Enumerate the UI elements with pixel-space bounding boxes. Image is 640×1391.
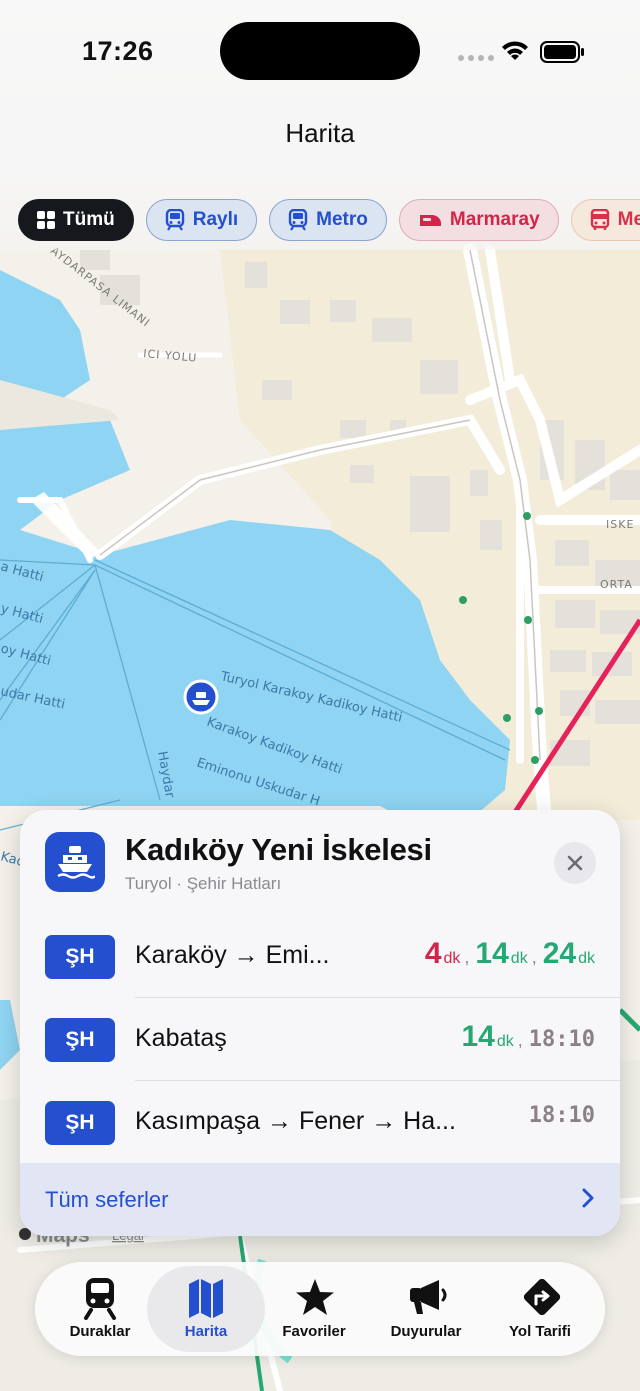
filter-chip-label: Tümü <box>63 209 115 230</box>
filter-chip-rail[interactable]: Raylı <box>145 199 258 241</box>
departure-minutes: 4 <box>424 937 442 970</box>
departure-times: 4 dk , 14 dk , 24 dk <box>425 937 595 971</box>
top-bar: 17:26 Harita Tümü Raylı Metro Marmaray M… <box>0 0 640 250</box>
filter-chip-label: Metro <box>316 209 368 230</box>
line-badge: ŞH <box>45 1018 115 1062</box>
tram-icon <box>84 1278 116 1320</box>
directions-icon <box>523 1278 561 1316</box>
ferry-icon <box>45 832 105 892</box>
scheduled-time: 18:10 <box>528 1027 595 1052</box>
dynamic-island <box>220 22 420 80</box>
stop-detail-card: Kadıköy Yeni İskelesi Turyol · Şehir Hat… <box>20 810 620 1236</box>
map-label-street-orta: ORTA <box>600 578 633 591</box>
time-separator: , <box>531 947 537 967</box>
route-row[interactable]: ŞH Karaköy → Emi... 4 dk , 14 dk , 24 dk <box>20 915 620 998</box>
departure-minutes: 24 <box>542 937 577 970</box>
line-badge: ŞH <box>45 935 115 979</box>
departure-unit: dk <box>578 950 595 967</box>
tab-harita[interactable]: Harita <box>147 1262 265 1356</box>
battery-icon <box>540 41 584 63</box>
bus-icon <box>590 209 609 230</box>
line-badge: ŞH <box>45 1101 115 1145</box>
scheduled-time: 18:10 <box>528 1103 595 1128</box>
departure-times: 14 dk , 18:10 <box>461 1020 595 1054</box>
departure-minutes: 14 <box>461 1020 495 1053</box>
route-name: Karaköy → Emi... <box>135 941 330 969</box>
status-time: 17:26 <box>82 36 154 66</box>
tab-label: Favoriler <box>282 1323 346 1340</box>
route-row[interactable]: ŞH Kabataş 14 dk , 18:10 <box>20 998 620 1081</box>
time-separator: , <box>517 1030 523 1050</box>
tram-icon <box>165 209 184 231</box>
filter-chip-bus[interactable]: Me <box>570 199 640 241</box>
star-icon <box>296 1279 334 1315</box>
filter-chip-label: Marmaray <box>449 209 540 230</box>
filter-chip-all[interactable]: Tümü <box>18 199 134 241</box>
megaphone-icon <box>410 1280 447 1314</box>
time-separator: , <box>464 947 470 967</box>
filter-chip-metro[interactable]: Metro <box>269 199 387 241</box>
route-row[interactable]: ŞH Kasımpaşa → Fener → Ha... 18:10 <box>20 1081 620 1164</box>
departure-times: 18:10 <box>529 1103 595 1128</box>
tab-yol-tarifi[interactable]: Yol Tarifi <box>481 1262 599 1356</box>
map-icon <box>189 1279 223 1318</box>
chevron-right-icon <box>582 1188 594 1208</box>
map-label-street-iske: ISKE <box>606 518 634 531</box>
tab-favoriler[interactable]: Favoriler <box>255 1262 373 1356</box>
stop-subtitle: Turyol · Şehir Hatları <box>125 874 282 893</box>
filter-chip-marmaray[interactable]: Marmaray <box>398 199 559 241</box>
tab-bar: Duraklar Harita Favoriler Duyurular Yol <box>35 1262 605 1356</box>
departure-unit: dk <box>496 1033 514 1050</box>
tab-label: Harita <box>184 1323 228 1340</box>
stop-name: Kadıköy Yeni İskelesi <box>125 832 432 867</box>
departure-minutes: 14 <box>475 937 509 970</box>
route-name: Kabataş <box>135 1024 227 1052</box>
metro-icon <box>288 209 308 231</box>
ferry-stop-pin[interactable] <box>183 679 219 715</box>
filter-chip-label: Raylı <box>192 209 239 230</box>
filter-chips: Tümü Raylı Metro Marmaray Me <box>18 199 640 243</box>
cellular-signal-icon <box>458 55 494 61</box>
tab-label: Duyurular <box>390 1323 462 1340</box>
tab-duyurular[interactable]: Duyurular <box>367 1262 485 1356</box>
page-title: Harita <box>285 118 355 148</box>
tab-label: Duraklar <box>69 1323 131 1340</box>
route-name: Kasımpaşa → Fener → Ha... <box>135 1107 456 1135</box>
filter-chip-label: Me <box>617 209 640 230</box>
departure-unit: dk <box>510 950 528 967</box>
close-icon <box>567 855 583 871</box>
all-departures-label: Tüm seferler <box>45 1187 169 1212</box>
wifi-icon <box>502 41 528 60</box>
tab-label: Yol Tarifi <box>509 1323 571 1340</box>
train-icon <box>419 215 441 226</box>
tab-duraklar[interactable]: Duraklar <box>41 1262 159 1356</box>
departure-unit: dk <box>443 950 461 967</box>
all-departures-button[interactable]: Tüm seferler <box>20 1163 620 1236</box>
grid-icon <box>37 211 55 229</box>
close-button[interactable] <box>554 842 596 884</box>
